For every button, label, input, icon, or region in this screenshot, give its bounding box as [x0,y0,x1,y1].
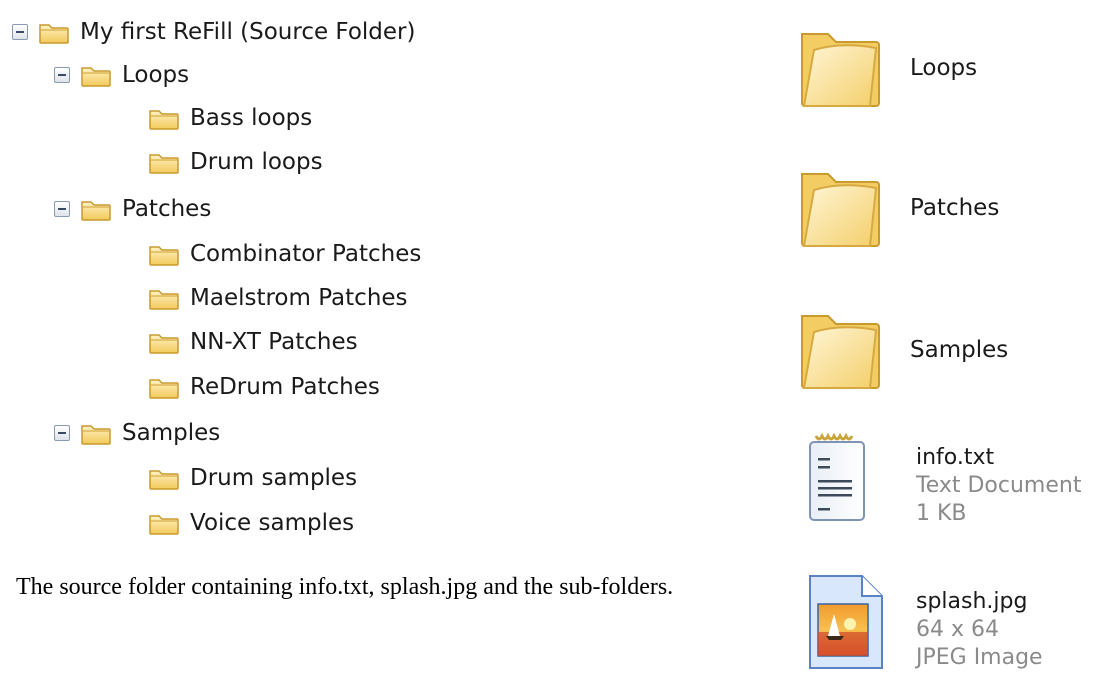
folder-item-loops[interactable]: Loops [792,20,977,116]
tree-node-combinator-patches[interactable]: Combinator Patches [148,234,421,274]
folder-icon [148,510,180,536]
collapse-minus-icon[interactable] [12,24,28,40]
folder-icon [148,329,180,355]
collapse-minus-icon[interactable] [54,201,70,217]
tree-node-bass-loops[interactable]: Bass loops [148,98,312,138]
tree-node-samples[interactable]: Samples [54,413,220,453]
folder-icon [148,285,180,311]
tree-node-label: Drum samples [190,465,358,491]
folder-icon [148,374,180,400]
jpeg-image-icon[interactable] [804,572,888,672]
tree-node-redrum-patches[interactable]: ReDrum Patches [148,367,380,407]
tree-node-voice-samples[interactable]: Voice samples [148,503,354,543]
folder-icon [80,62,112,88]
tree-node-maelstrom-patches[interactable]: Maelstrom Patches [148,278,408,318]
file-name[interactable]: splash.jpg [916,588,1043,616]
image-dimensions: 64 x 64 [916,617,999,642]
folder-icon [80,420,112,446]
figure-caption: The source folder containing info.txt, s… [16,574,674,600]
tree-node-label: NN-XT Patches [190,329,358,355]
folder-icon [148,149,180,175]
file-name[interactable]: info.txt [916,444,1081,472]
large-folder-icon [792,302,888,398]
tree-node-label: Patches [122,196,212,222]
folder-icon [148,465,180,491]
folder-item-patches[interactable]: Patches [792,160,999,256]
folder-item-samples[interactable]: Samples [792,302,1008,398]
folder-icon [148,105,180,131]
collapse-minus-icon[interactable] [54,425,70,441]
folder-icon [80,196,112,222]
tree-node-label: Combinator Patches [190,241,422,267]
folder-icon [148,241,180,267]
file-type: Text Document [916,473,1082,498]
tree-node-label: ReDrum Patches [190,374,380,400]
folder-item-label: Samples [910,337,1009,363]
tree-node-loops[interactable]: Loops [54,55,189,95]
tree-node-drum-loops[interactable]: Drum loops [148,142,323,182]
text-document-icon[interactable] [806,432,870,524]
tree-node-drum-samples[interactable]: Drum samples [148,458,357,498]
tree-node-label: My first ReFill (Source Folder) [80,19,416,45]
tree-node-root[interactable]: My first ReFill (Source Folder) [12,12,416,52]
folder-item-label: Patches [910,195,1000,221]
collapse-minus-icon[interactable] [54,67,70,83]
large-folder-icon [792,20,888,116]
tree-node-label: Bass loops [190,105,313,131]
large-folder-icon [792,160,888,256]
folder-icon [38,19,70,45]
tree-node-label: Drum loops [190,149,323,175]
file-size: 1 KB [916,501,967,526]
file-type: JPEG Image [916,645,1043,670]
tree-node-nnxt-patches[interactable]: NN-XT Patches [148,322,358,362]
file-info-image: splash.jpg 64 x 64 JPEG Image [916,588,1043,672]
tree-node-patches[interactable]: Patches [54,189,211,229]
folder-item-label: Loops [910,55,978,81]
tree-node-label: Voice samples [190,510,355,536]
tree-node-label: Loops [122,62,190,88]
tree-node-label: Samples [122,420,221,446]
tree-node-label: Maelstrom Patches [190,285,408,311]
file-info-text: info.txt Text Document 1 KB [916,444,1081,528]
